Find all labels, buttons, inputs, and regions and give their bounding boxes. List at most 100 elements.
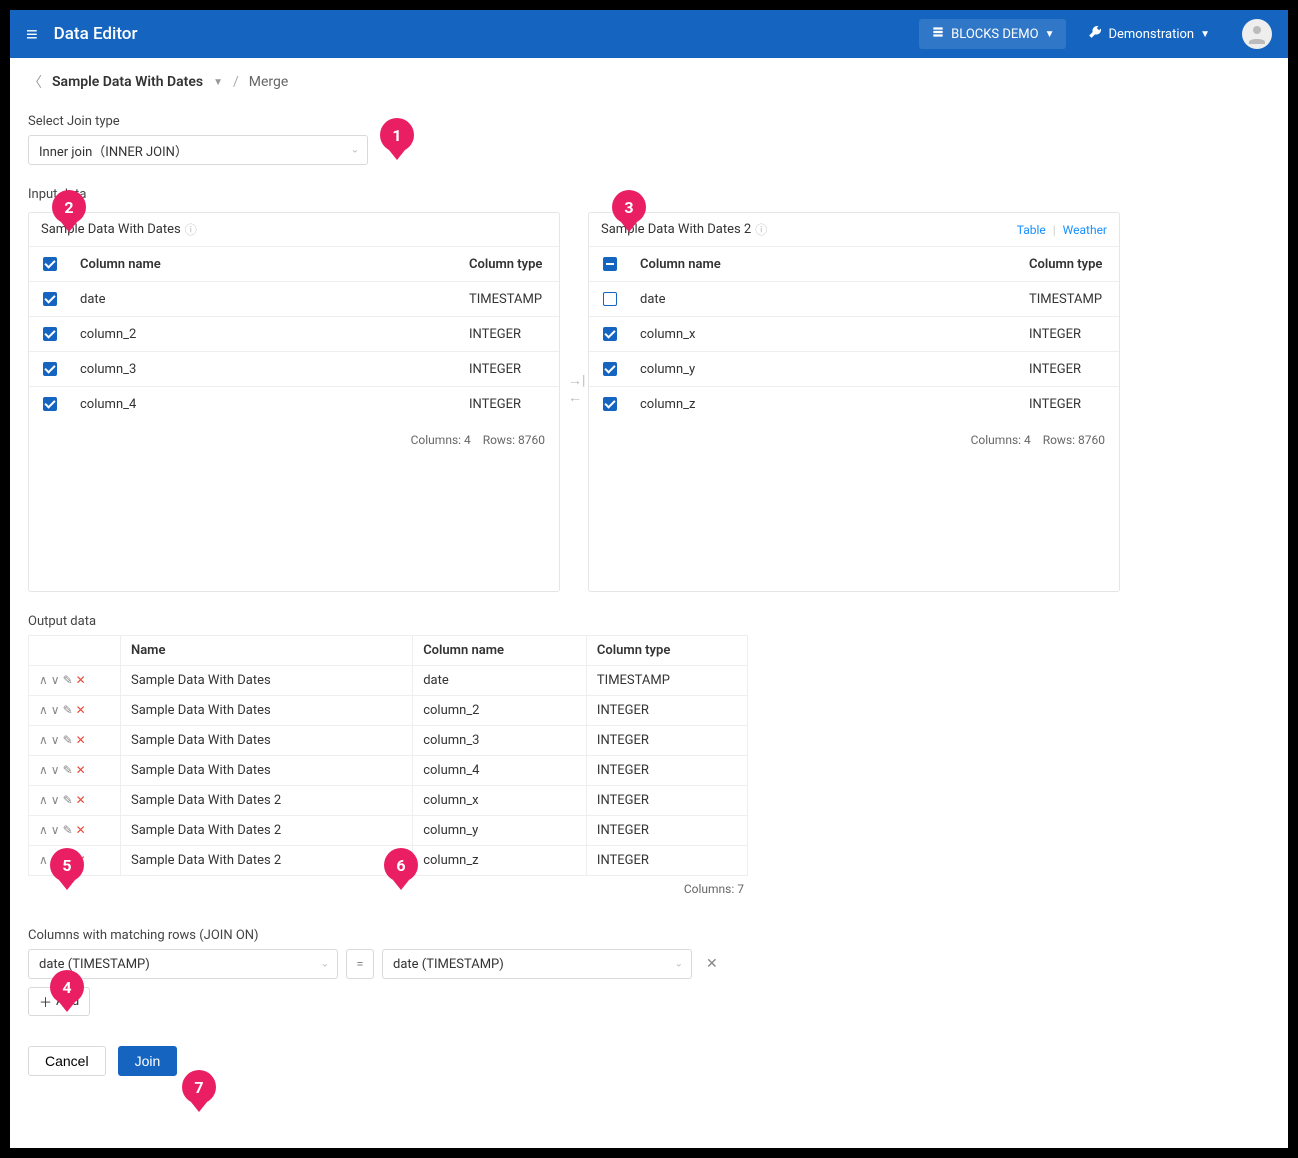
move-down-icon[interactable]: ∨ bbox=[51, 733, 60, 747]
edit-icon[interactable]: ✎ bbox=[63, 793, 73, 807]
delete-icon[interactable]: ✕ bbox=[76, 703, 86, 717]
table-row: column_zINTEGER bbox=[589, 387, 1119, 422]
join-button[interactable]: Join bbox=[118, 1046, 178, 1076]
column-type: INTEGER bbox=[459, 387, 559, 422]
caret-down-icon: ⌄ bbox=[321, 959, 329, 970]
remove-join-condition-icon[interactable]: ✕ bbox=[706, 956, 718, 972]
join-type-label: Select Join type bbox=[28, 114, 1270, 129]
move-down-icon[interactable]: ∨ bbox=[51, 703, 60, 717]
column-checkbox[interactable] bbox=[43, 362, 57, 376]
move-down-icon[interactable]: ∨ bbox=[51, 793, 60, 807]
info-icon[interactable]: ⓘ bbox=[755, 221, 767, 238]
move-up-icon[interactable]: ∧ bbox=[39, 733, 48, 747]
delete-icon[interactable]: ✕ bbox=[76, 853, 86, 867]
menu-icon[interactable]: ≡ bbox=[26, 22, 38, 47]
out-col-name: column_3 bbox=[413, 726, 587, 756]
caret-down-icon: ▼ bbox=[1045, 29, 1055, 40]
move-down-icon[interactable]: ∨ bbox=[51, 853, 60, 867]
delete-icon[interactable]: ✕ bbox=[76, 673, 86, 687]
join-type-select[interactable]: Inner join（INNER JOIN） ⌄ bbox=[28, 135, 368, 165]
column-type: INTEGER bbox=[1019, 352, 1119, 387]
column-name: column_4 bbox=[70, 387, 459, 422]
move-up-icon[interactable]: ∧ bbox=[39, 673, 48, 687]
column-checkbox[interactable] bbox=[43, 397, 57, 411]
table-row: column_2INTEGER bbox=[29, 317, 559, 352]
out-h-colname: Column name bbox=[413, 636, 587, 666]
edit-icon[interactable]: ✎ bbox=[63, 763, 73, 777]
link-weather[interactable]: Weather bbox=[1063, 223, 1107, 237]
move-up-icon[interactable]: ∧ bbox=[39, 853, 48, 867]
add-join-condition-button[interactable]: ＋ Add bbox=[28, 987, 90, 1016]
breadcrumb: 〈 Sample Data With Dates ▼ / Merge bbox=[10, 58, 1288, 106]
edit-icon[interactable]: ✎ bbox=[63, 703, 73, 717]
move-up-icon[interactable]: ∧ bbox=[39, 763, 48, 777]
cancel-button[interactable]: Cancel bbox=[28, 1046, 106, 1076]
table-row: ∧∨✎✕Sample Data With Datescolumn_3INTEGE… bbox=[29, 726, 748, 756]
output-foot: Columns: 7 bbox=[28, 876, 748, 902]
column-checkbox[interactable] bbox=[603, 292, 617, 306]
move-down-icon[interactable]: ∨ bbox=[51, 823, 60, 837]
column-checkbox[interactable] bbox=[43, 292, 57, 306]
out-col-name: column_x bbox=[413, 786, 587, 816]
wrench-icon bbox=[1088, 25, 1102, 43]
edit-icon[interactable]: ✎ bbox=[63, 733, 73, 747]
out-col-type: INTEGER bbox=[586, 786, 747, 816]
right-select-all-checkbox[interactable] bbox=[603, 257, 617, 271]
move-up-icon[interactable]: ∧ bbox=[39, 793, 48, 807]
column-checkbox[interactable] bbox=[43, 327, 57, 341]
column-name: column_y bbox=[630, 352, 1019, 387]
project-chip-label: BLOCKS DEMO bbox=[951, 27, 1038, 42]
table-row: column_4INTEGER bbox=[29, 387, 559, 422]
join-on-right-value: date (TIMESTAMP) bbox=[393, 957, 504, 972]
out-col-name: date bbox=[413, 666, 587, 696]
project-chip[interactable]: BLOCKS DEMO ▼ bbox=[919, 19, 1066, 49]
left-select-all-checkbox[interactable] bbox=[43, 257, 57, 271]
join-on-left-select[interactable]: date (TIMESTAMP) ⌄ bbox=[28, 949, 338, 979]
link-table[interactable]: Table bbox=[1017, 223, 1046, 237]
left-col-header-type: Column type bbox=[459, 247, 559, 282]
column-checkbox[interactable] bbox=[603, 362, 617, 376]
out-source-name: Sample Data With Dates 2 bbox=[121, 786, 413, 816]
avatar[interactable] bbox=[1242, 19, 1272, 49]
output-data-label: Output data bbox=[28, 614, 1270, 629]
join-on-left-value: date (TIMESTAMP) bbox=[39, 957, 150, 972]
join-on-right-select[interactable]: date (TIMESTAMP) ⌄ bbox=[382, 949, 692, 979]
top-bar: ≡ Data Editor BLOCKS DEMO ▼ Demonstratio… bbox=[10, 10, 1288, 58]
out-source-name: Sample Data With Dates bbox=[121, 666, 413, 696]
table-row: ∧∨✎✕ Sample Data With Dates 2column_xINTE… bbox=[29, 786, 748, 816]
table-row: dateTIMESTAMP bbox=[29, 282, 559, 317]
column-name: column_2 bbox=[70, 317, 459, 352]
input-data-label: Input data bbox=[28, 187, 1270, 202]
edit-icon[interactable]: ✎ bbox=[63, 823, 73, 837]
back-icon[interactable]: 〈 bbox=[28, 72, 42, 92]
move-up-icon[interactable]: ∧ bbox=[39, 823, 48, 837]
output-table: Name Column name Column type ∧∨✎✕Sample … bbox=[28, 635, 748, 876]
column-checkbox[interactable] bbox=[603, 327, 617, 341]
move-down-icon[interactable]: ∨ bbox=[51, 673, 60, 687]
delete-icon[interactable]: ✕ bbox=[76, 823, 86, 837]
breadcrumb-separator: / bbox=[233, 74, 239, 90]
info-icon[interactable]: ⓘ bbox=[185, 221, 197, 238]
out-col-type: INTEGER bbox=[586, 756, 747, 786]
left-panel-title: Sample Data With Dates bbox=[41, 222, 181, 237]
edit-icon[interactable]: ✎ bbox=[63, 673, 73, 687]
breadcrumb-dataset[interactable]: Sample Data With Dates bbox=[52, 74, 203, 90]
column-type: INTEGER bbox=[1019, 387, 1119, 422]
delete-icon[interactable]: ✕ bbox=[76, 763, 86, 777]
edit-icon[interactable]: ✎ bbox=[63, 853, 73, 867]
out-source-name: Sample Data With Dates bbox=[121, 696, 413, 726]
column-checkbox[interactable] bbox=[603, 397, 617, 411]
table-row: ∧∨✎✕Sample Data With DatesdateTIMESTAMP bbox=[29, 666, 748, 696]
move-up-icon[interactable]: ∧ bbox=[39, 703, 48, 717]
out-col-name: column_y bbox=[413, 816, 587, 846]
delete-icon[interactable]: ✕ bbox=[76, 733, 86, 747]
out-source-name: Sample Data With Dates 2 bbox=[121, 846, 413, 876]
plus-icon: ＋ bbox=[39, 992, 52, 1011]
demonstration-chip[interactable]: Demonstration ▼ bbox=[1076, 19, 1222, 49]
move-down-icon[interactable]: ∨ bbox=[51, 763, 60, 777]
left-columns-table: Column name Column type dateTIMESTAMPcol… bbox=[29, 246, 559, 421]
column-type: INTEGER bbox=[1019, 317, 1119, 352]
caret-down-icon[interactable]: ▼ bbox=[213, 77, 223, 88]
column-name: date bbox=[630, 282, 1019, 317]
delete-icon[interactable]: ✕ bbox=[76, 793, 86, 807]
